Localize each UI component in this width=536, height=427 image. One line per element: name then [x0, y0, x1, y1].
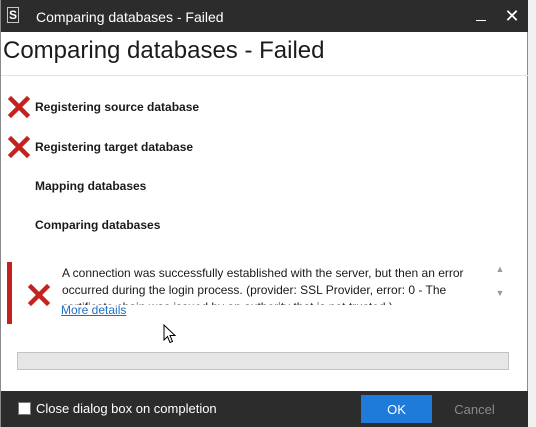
- header-divider: [1, 75, 528, 76]
- failed-x-icon: [7, 135, 31, 159]
- close-on-completion-checkbox[interactable]: [18, 402, 31, 415]
- step-mapping-databases: Mapping databases: [1, 174, 501, 200]
- ok-button[interactable]: OK: [361, 395, 432, 423]
- dialog-footer: Close dialog box on completion OK Cancel: [1, 391, 528, 427]
- step-label: Registering source database: [35, 100, 200, 114]
- step-comparing-databases: Comparing databases: [1, 213, 501, 239]
- close-on-completion-label[interactable]: Close dialog box on completion: [36, 401, 217, 416]
- error-x-icon: [27, 283, 51, 307]
- step-label: Registering target database: [35, 140, 194, 154]
- title-bar[interactable]: S Comparing databases - Failed ✕: [1, 0, 528, 32]
- close-button[interactable]: ✕: [496, 0, 528, 32]
- page-title: Comparing databases - Failed: [3, 37, 325, 64]
- minimize-icon: [476, 19, 486, 21]
- mouse-cursor-icon: [163, 324, 177, 344]
- more-details-link[interactable]: More details: [61, 303, 126, 317]
- error-scrollbar[interactable]: ▲ ▼: [494, 264, 506, 298]
- error-message: A connection was successfully establishe…: [62, 266, 464, 305]
- step-registering-source: Registering source database: [1, 95, 501, 121]
- window-title: Comparing databases - Failed: [36, 9, 224, 25]
- step-registering-target: Registering target database: [1, 135, 501, 161]
- failed-x-icon: [7, 95, 31, 119]
- progress-bar: [17, 352, 509, 370]
- step-label: Comparing databases: [35, 218, 161, 232]
- error-accent-bar: [7, 262, 12, 324]
- app-logo-icon: S: [7, 7, 19, 23]
- minimize-button[interactable]: [465, 0, 497, 32]
- compare-dialog-window: S Comparing databases - Failed ✕ Compari…: [0, 0, 528, 427]
- cancel-button[interactable]: Cancel: [438, 395, 511, 423]
- error-panel: A connection was successfully establishe…: [7, 262, 509, 324]
- step-label: Mapping databases: [35, 179, 147, 193]
- scroll-down-icon[interactable]: ▼: [496, 288, 505, 298]
- close-icon: ✕: [504, 5, 520, 26]
- scroll-up-icon[interactable]: ▲: [496, 264, 505, 274]
